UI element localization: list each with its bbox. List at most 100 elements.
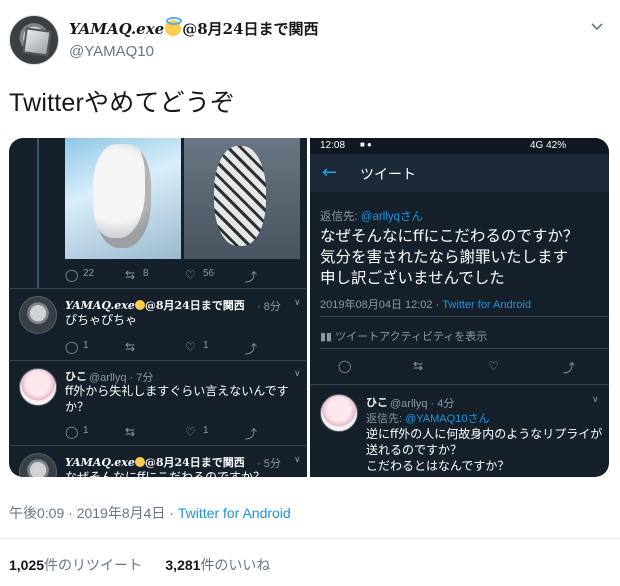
author-handle[interactable]: @YAMAQ10 <box>69 43 154 60</box>
status-time: 12:08 <box>320 140 346 151</box>
activity-icon: ▮▮ <box>320 331 333 343</box>
reply-author-name: ひこ <box>65 370 87 383</box>
media-image-left[interactable]: ◯ 22 ⇆ 8 ♡ 56 ⤴ YAMAQ.exe @8月24日まで関西 · 8分… <box>9 138 307 477</box>
status-right: 4G 42% <box>530 140 567 151</box>
reply-icon: ◯ <box>65 425 79 439</box>
reply-to-handle[interactable]: @YAMAQ10さん <box>405 413 489 425</box>
divider <box>9 445 307 446</box>
divider <box>0 538 620 539</box>
halo-emoji-icon <box>134 457 145 467</box>
thread-line <box>37 138 39 288</box>
reply-to-line: 返信先: @YAMAQ10さん <box>366 410 489 426</box>
reply-author-name: YAMAQ.exe @8月24日まで関西 <box>65 454 245 470</box>
main-reply-text: なぜそんなにffにこだわるのですか？ 気分を害されたなら謝罪いたします 申し訳ご… <box>320 226 605 289</box>
like-icon[interactable]: ♡ <box>488 359 499 373</box>
reply-to-line: 返信先: @arllyqさん <box>320 208 423 224</box>
reply-text-line1: ff外から失礼しますぐらい言えないんです <box>65 384 289 398</box>
reply-avatar <box>19 453 57 477</box>
like-count: 1 <box>203 425 209 436</box>
divider <box>320 316 609 317</box>
chevron-down-icon: ∨ <box>294 369 301 379</box>
tweet-timestamp-row: 午後0:09 · 2019年8月4日 · Twitter for Android <box>9 503 291 523</box>
chevron-down-icon: ∨ <box>294 455 301 465</box>
reply-text: ぴちゃぴちゃ <box>65 313 138 327</box>
likes-label: 件のいいね <box>200 557 271 573</box>
author-name-prefix: YAMAQ.exe <box>69 20 165 38</box>
action-row-2: ◯ 1 ⇆ ♡ 1 ⤴ <box>65 340 295 356</box>
reply-avatar <box>320 394 358 432</box>
app-bar-title: ツイート <box>360 167 416 183</box>
main-reply-line1: なぜそんなにffにこだわるのですか？ <box>320 227 579 245</box>
divider <box>9 360 307 361</box>
reply-handle: @arllyq · 4分 <box>390 398 455 410</box>
divider <box>310 384 609 385</box>
chevron-down-icon: ∨ <box>294 298 301 308</box>
reply-to-label: 返信先: <box>366 413 403 425</box>
like-icon: ♡ <box>185 340 196 354</box>
likes-count: 3,281 <box>165 557 201 573</box>
media-image-right[interactable]: 12:08 ■ ● 4G 42% ← ツイート 返信先: @arllyqさん な… <box>310 138 609 477</box>
activity-label: ツイートアクティビティを表示 <box>335 331 488 343</box>
reply-author-name: YAMAQ.exe @8月24日まで関西 <box>65 297 245 313</box>
reply-count: 22 <box>83 268 95 279</box>
app-bar: ← ツイート <box>310 154 609 192</box>
tweet-media[interactable]: ◯ 22 ⇆ 8 ♡ 56 ⤴ YAMAQ.exe @8月24日まで関西 · 8分… <box>9 138 609 477</box>
retweet-icon: ⇆ <box>125 268 136 282</box>
action-row-1: ◯ 22 ⇆ 8 ♡ 56 ⤴ <box>65 268 295 284</box>
tweet-time[interactable]: 午後0:09 <box>9 505 64 521</box>
share-icon[interactable]: ⤴ <box>563 359 575 376</box>
retweets-stat[interactable]: 1,025件のリツイート <box>9 557 142 573</box>
phone-status-bar: 12:08 ■ ● 4G 42% <box>310 138 609 154</box>
reply-text: なぜそんなにffにこだわるのですか？ <box>65 470 266 477</box>
main-action-row: ◯ ⇆ ♡ ⤴ <box>338 359 598 375</box>
like-icon: ♡ <box>185 425 196 439</box>
retweet-icon: ⇆ <box>125 425 136 439</box>
reply-text-line1: 逆にff外の人に何故身内のようなリプライが <box>366 427 603 441</box>
reply-name-prefix: YAMAQ.exe <box>65 456 135 469</box>
author-display-name[interactable]: YAMAQ.exe @8月24日まで関西 <box>69 17 319 39</box>
timestamp-text: 2019年08月04日 12:02 · <box>320 299 440 311</box>
reply-text-line2: か？ <box>65 400 90 414</box>
reply-to-handle[interactable]: @arllyqさん <box>361 211 423 223</box>
activity-link[interactable]: ▮▮ ツイートアクティビティを表示 <box>320 328 487 344</box>
share-icon: ⤴ <box>245 427 258 441</box>
reply-icon: ◯ <box>65 340 79 354</box>
main-reply-line3: 申し訳ございませんでした <box>320 269 505 287</box>
tweet-date[interactable]: 2019年8月4日 <box>77 505 166 521</box>
action-row-3: ◯ 1 ⇆ ♡ 1 ⤴ <box>65 425 295 441</box>
reply-count: 1 <box>83 425 89 436</box>
retweet-icon[interactable]: ⇆ <box>413 359 423 373</box>
mouse-photo-2 <box>184 138 300 259</box>
reply-text-line2: 送れるのですか？ <box>366 443 463 457</box>
likes-stat[interactable]: 3,281件のいいね <box>165 557 270 573</box>
retweets-count: 1,025 <box>9 557 45 573</box>
like-count: 1 <box>203 340 209 351</box>
like-icon: ♡ <box>185 268 196 282</box>
halo-emoji-icon <box>165 17 183 36</box>
divider <box>320 348 609 349</box>
reply-name-prefix: YAMAQ.exe <box>65 299 135 312</box>
back-arrow-icon[interactable]: ← <box>322 162 337 183</box>
mouse-photo-1 <box>65 138 181 259</box>
reply-name-suffix: @8月24日まで関西 <box>144 299 245 312</box>
share-icon: ⤴ <box>245 270 258 284</box>
reply-to-label: 返信先: <box>320 211 358 223</box>
retweet-count: 8 <box>143 268 149 279</box>
chevron-down-icon[interactable] <box>591 18 603 31</box>
notification-icon: ■ ● <box>360 140 372 149</box>
tweet-stats: 1,025件のリツイート 3,281件のいいね <box>9 555 270 575</box>
like-count: 56 <box>203 268 215 279</box>
chevron-down-icon: ∨ <box>592 395 599 405</box>
reply-count: 1 <box>83 340 89 351</box>
separator: · <box>169 505 174 521</box>
author-avatar[interactable] <box>9 15 59 65</box>
tweet-source-link[interactable]: Twitter for Android <box>178 505 291 521</box>
reply-icon[interactable]: ◯ <box>338 359 351 373</box>
reply-author-name: ひこ <box>366 396 388 409</box>
separator: · <box>68 505 73 521</box>
reply-time: · 8分 <box>257 301 281 313</box>
retweets-label: 件のリツイート <box>44 557 143 573</box>
retweet-icon: ⇆ <box>125 340 136 354</box>
source-link[interactable]: Twitter for Android <box>442 299 531 311</box>
share-icon: ⤴ <box>245 342 258 356</box>
